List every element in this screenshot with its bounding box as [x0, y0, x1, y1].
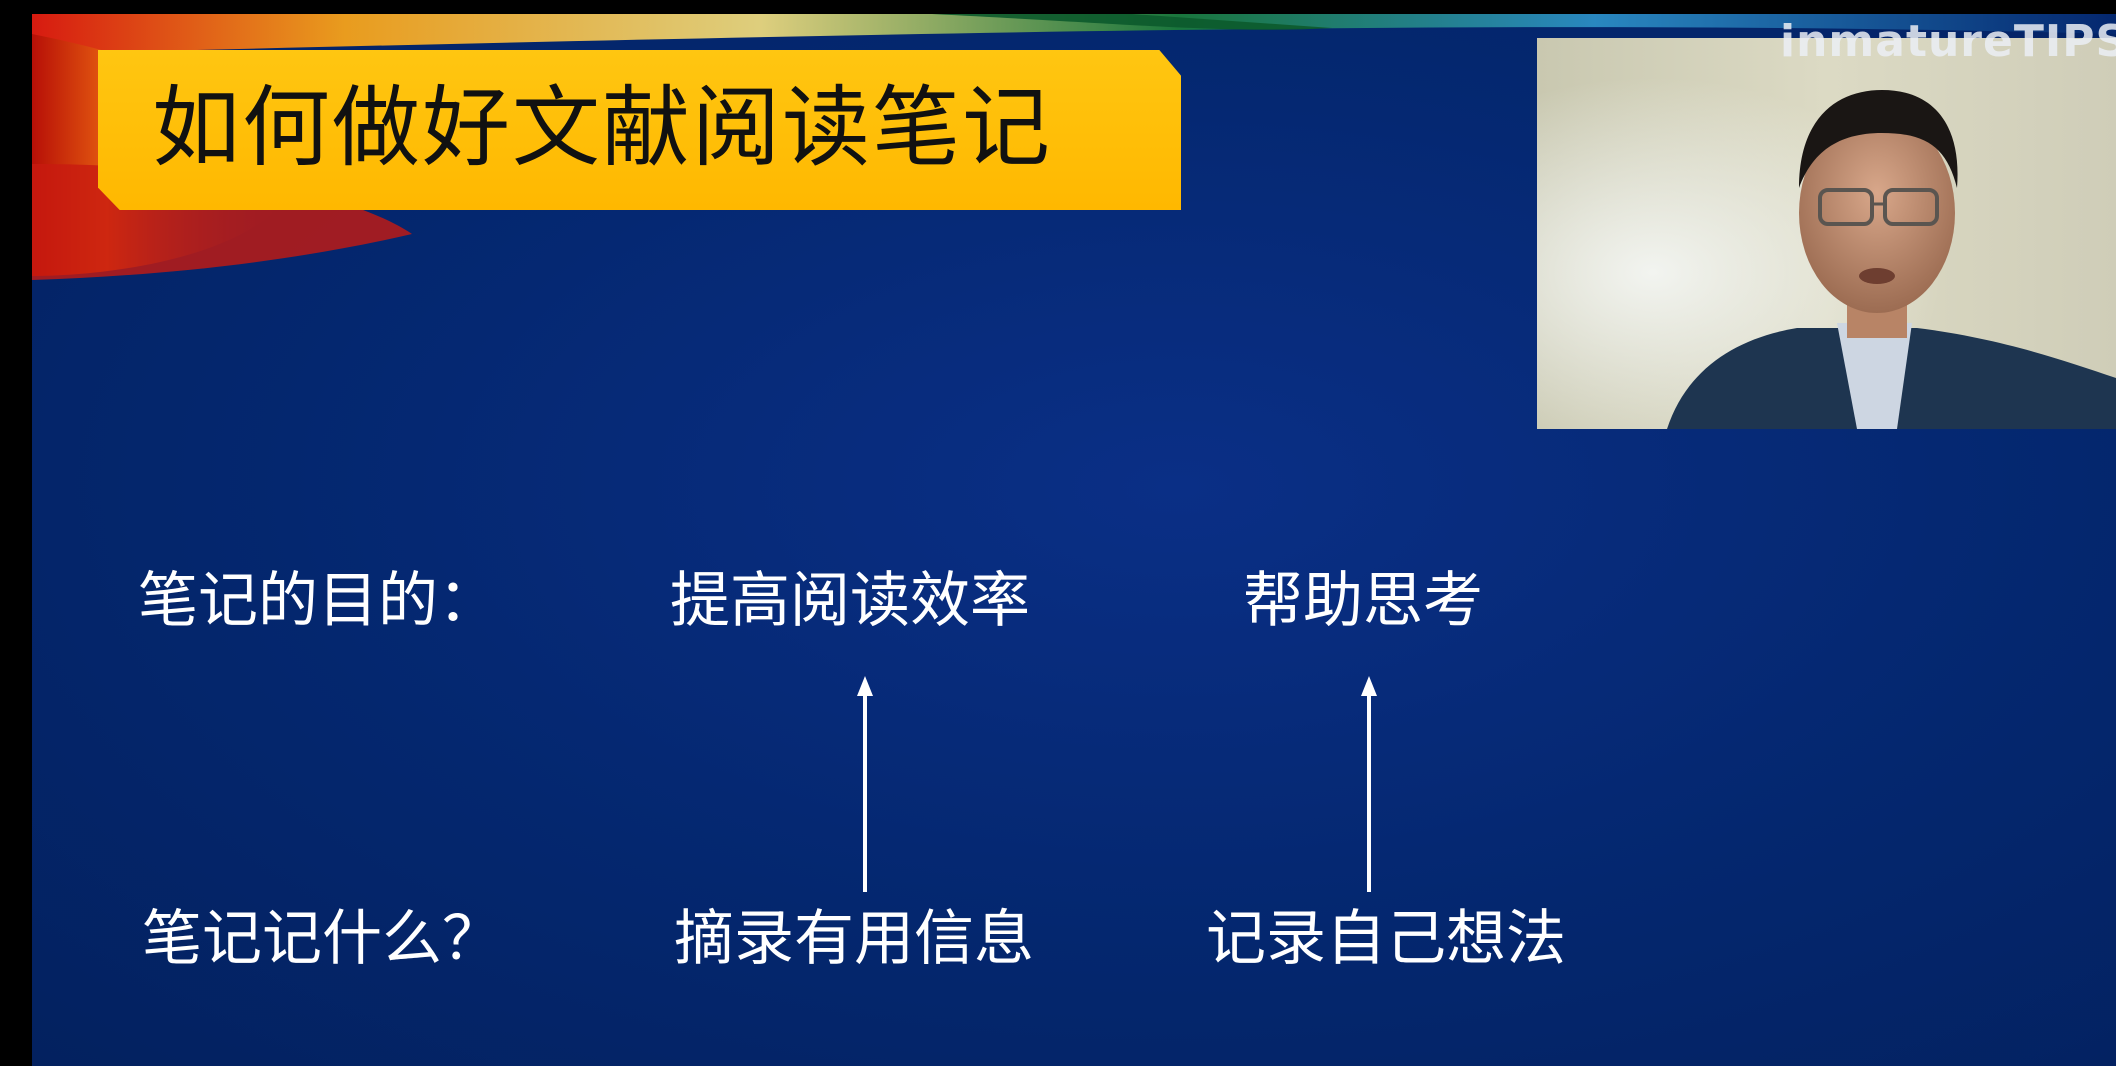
content-item-excerpt: 摘录有用信息: [674, 904, 1034, 974]
purpose-item-efficiency: 提高阅读效率: [670, 566, 1030, 636]
row-label-content: 笔记记什么？: [142, 904, 502, 974]
arrow-up-icon: [857, 676, 873, 892]
purpose-item-thinking: 帮助思考: [1243, 566, 1483, 636]
presenter-video-frame: [1537, 38, 2116, 429]
top-letterbox: [0, 0, 2116, 14]
left-letterbox: [0, 0, 32, 1066]
presenter-webcam: [1537, 38, 2116, 429]
arrow-up-icon: [1361, 676, 1377, 892]
row-label-purpose: 笔记的目的：: [138, 566, 498, 636]
channel-watermark: inmatureTIPS: [1780, 16, 2116, 67]
content-item-ideas: 记录自己想法: [1206, 904, 1566, 974]
slide-title: 如何做好文献阅读笔记: [152, 76, 1053, 179]
